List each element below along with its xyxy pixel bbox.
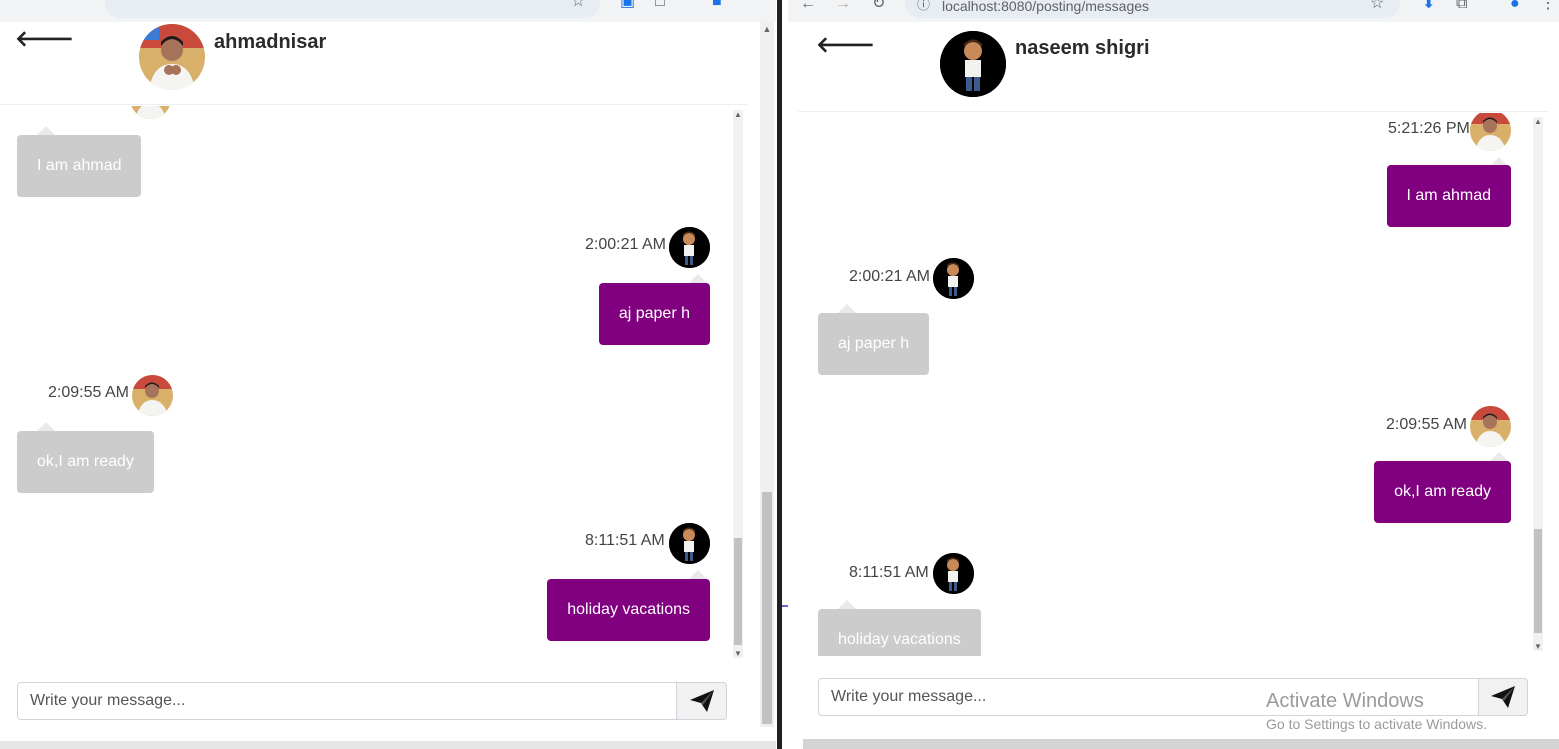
sender-avatar bbox=[933, 553, 974, 594]
contact-name: naseem shigri bbox=[1015, 37, 1150, 59]
received-message: I am ahmad bbox=[17, 135, 142, 197]
sent-message: holiday vacations bbox=[547, 579, 710, 641]
horizontal-scrollbar[interactable] bbox=[803, 739, 1559, 749]
send-icon bbox=[689, 690, 714, 712]
bubble-tail bbox=[838, 304, 856, 313]
sender-avatar bbox=[933, 258, 974, 299]
horizontal-scrollbar[interactable] bbox=[0, 741, 776, 749]
received-message: holiday vacations bbox=[818, 609, 981, 656]
scroll-down-arrow[interactable]: ▼ bbox=[733, 649, 743, 658]
message-timestamp: 8:11:51 AM bbox=[849, 564, 929, 581]
send-button[interactable] bbox=[676, 682, 727, 720]
sender-avatar bbox=[1470, 406, 1511, 447]
sent-message: aj paper h bbox=[598, 283, 710, 345]
message-input-row bbox=[17, 682, 727, 720]
bubble-tail bbox=[1490, 452, 1508, 461]
extensions-icon[interactable]: ⧉ bbox=[1456, 0, 1467, 12]
scrollbar-thumb[interactable] bbox=[1534, 529, 1542, 633]
scroll-up-arrow[interactable]: ▲ bbox=[733, 110, 743, 119]
forward-nav-icon[interactable]: → bbox=[835, 0, 851, 12]
received-message: ok,I am ready bbox=[17, 431, 154, 493]
scroll-down-arrow[interactable]: ▼ bbox=[1533, 642, 1543, 651]
left-browser-window: ☆ ▣ □ ■ 🡐 ahmadnisar I am ahmad 2:00:21 … bbox=[0, 0, 776, 749]
profile-icon[interactable]: ● bbox=[1510, 0, 1520, 12]
site-info-icon[interactable]: ⓘ bbox=[917, 0, 930, 13]
message-list: 5:21:26 PM I am ahmad 2:00:21 AM aj pape… bbox=[798, 113, 1546, 656]
bubble-tail bbox=[689, 570, 707, 579]
chat-header: 🡐 naseem shigri bbox=[798, 28, 1548, 112]
sender-avatar bbox=[130, 106, 171, 119]
message-input[interactable] bbox=[17, 682, 677, 720]
page-scrollbar[interactable]: ▲ bbox=[760, 22, 774, 727]
menu-icon[interactable]: ⋮ bbox=[1540, 0, 1556, 12]
bookmark-star-icon[interactable]: ☆ bbox=[1370, 0, 1384, 12]
bookmark-star-icon[interactable]: ☆ bbox=[571, 0, 585, 10]
url-text[interactable]: localhost:8080/posting/messages bbox=[942, 0, 1149, 14]
download-icon[interactable]: ▣ bbox=[620, 0, 635, 10]
extensions-icon[interactable]: □ bbox=[655, 0, 665, 10]
message-list: I am ahmad 2:00:21 AM aj paper h 2:09:55… bbox=[0, 106, 745, 666]
sender-avatar bbox=[669, 227, 710, 268]
sender-avatar bbox=[1470, 113, 1511, 151]
back-arrow-icon[interactable]: 🡐 bbox=[816, 32, 875, 58]
message-timestamp: 2:09:55 AM bbox=[48, 384, 129, 401]
back-nav-icon[interactable]: ← bbox=[800, 0, 816, 12]
send-icon bbox=[1491, 686, 1515, 708]
right-browser-window: ← → ↻ ⓘ localhost:8080/posting/messages … bbox=[788, 0, 1559, 749]
sender-avatar bbox=[132, 375, 173, 416]
message-timestamp: 2:00:21 AM bbox=[585, 236, 666, 253]
message-timestamp: 5:21:26 PM bbox=[1388, 120, 1470, 137]
message-scrollbar[interactable]: ▲ ▼ bbox=[733, 110, 743, 658]
activate-windows-title: Activate Windows bbox=[1266, 690, 1424, 712]
chat-card: 🡐 naseem shigri 5:21:26 PM I am ahmad 2:… bbox=[798, 28, 1548, 724]
sent-message: ok,I am ready bbox=[1374, 461, 1511, 523]
bubble-tail bbox=[37, 126, 55, 135]
received-message: aj paper h bbox=[818, 313, 930, 375]
address-bar[interactable] bbox=[105, 0, 600, 18]
browser-toolbar: ← → ↻ ⓘ localhost:8080/posting/messages … bbox=[788, 0, 1559, 22]
contact-avatar[interactable] bbox=[139, 24, 205, 90]
address-bar[interactable]: ⓘ localhost:8080/posting/messages ☆ bbox=[905, 0, 1400, 18]
bubble-tail bbox=[689, 274, 707, 283]
scrollbar-thumb[interactable] bbox=[734, 538, 742, 645]
chat-header: 🡐 ahmadnisar bbox=[0, 22, 747, 105]
reload-icon[interactable]: ↻ bbox=[872, 0, 885, 12]
profile-icon[interactable]: ■ bbox=[712, 0, 722, 10]
message-timestamp: 2:00:21 AM bbox=[849, 268, 930, 285]
chat-card: 🡐 ahmadnisar I am ahmad 2:00:21 AM aj pa… bbox=[0, 22, 747, 720]
send-button[interactable] bbox=[1478, 678, 1528, 716]
message-timestamp: 2:09:55 AM bbox=[1386, 416, 1467, 433]
contact-avatar[interactable] bbox=[940, 31, 1006, 97]
window-divider bbox=[776, 0, 792, 749]
sent-message: I am ahmad bbox=[1386, 165, 1511, 227]
sender-avatar bbox=[669, 523, 710, 564]
message-timestamp: 8:11:51 AM bbox=[585, 532, 665, 549]
activate-windows-subtitle: Go to Settings to activate Windows. bbox=[1266, 716, 1487, 732]
back-arrow-icon[interactable]: 🡐 bbox=[15, 26, 74, 52]
scroll-up-arrow[interactable]: ▲ bbox=[1533, 117, 1543, 126]
page-scroll-up-arrow[interactable]: ▲ bbox=[762, 24, 772, 34]
bubble-tail bbox=[37, 422, 55, 431]
contact-name: ahmadnisar bbox=[214, 31, 327, 53]
bubble-tail bbox=[838, 600, 856, 609]
page-scrollbar-thumb[interactable] bbox=[762, 492, 772, 724]
message-scrollbar[interactable]: ▲ ▼ bbox=[1533, 117, 1543, 651]
download-icon[interactable]: ⬇ bbox=[1422, 0, 1435, 12]
browser-toolbar: ☆ ▣ □ ■ bbox=[0, 0, 776, 22]
